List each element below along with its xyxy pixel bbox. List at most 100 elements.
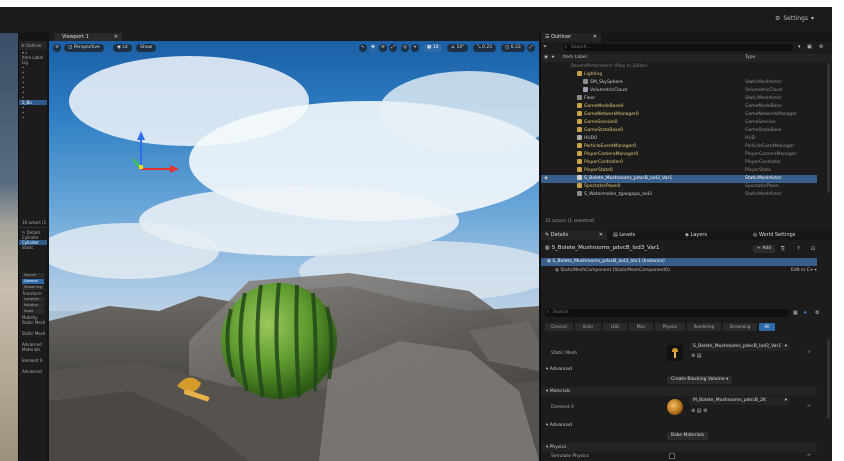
outliner-search[interactable]: ⌕ Search...: [563, 44, 793, 51]
outliner-row[interactable]: GameModeBase0 GameModeBase: [541, 103, 817, 111]
rotate-mode-button[interactable]: ⟳: [379, 44, 387, 52]
static-mesh-thumbnail[interactable]: [667, 345, 683, 361]
show-button[interactable]: Show: [136, 44, 157, 52]
perspective-button[interactable]: ◫ Perspective: [64, 44, 104, 52]
grid-view-icon[interactable]: ▦: [793, 310, 798, 316]
outliner-row[interactable]: GameStateBase0 GameStateBase: [541, 127, 817, 135]
browse-material-icon[interactable]: ⊕ ▤ ⚙: [691, 408, 708, 414]
mini-rotation[interactable]: Rotation: [22, 303, 44, 308]
filter-rendering[interactable]: Rendering: [687, 323, 721, 331]
outliner-row-selected[interactable]: ◉ S_Bolete_Mushrooms_pdvcB_lod3_Var1 Stati…: [541, 175, 817, 183]
scale-mode-button[interactable]: ⤢: [389, 44, 397, 52]
eye-icon[interactable]: ◉: [544, 54, 548, 62]
world-local-button[interactable]: ◎: [401, 44, 409, 52]
mini-location[interactable]: Location: [22, 297, 44, 302]
eye-icon[interactable]: ◉: [544, 175, 548, 183]
outliner-row[interactable]: PlayerState0 PlayerState: [541, 167, 817, 175]
reset-icon[interactable]: ↶: [807, 350, 811, 356]
filter-actor[interactable]: Actor: [575, 323, 601, 331]
camera-speed-button[interactable]: ◫ 0.33: [501, 44, 525, 52]
outliner-row[interactable]: GameSession0 GameSession: [541, 119, 817, 127]
material-thumbnail[interactable]: [667, 399, 683, 415]
component-row[interactable]: ◍ StaticMeshComponent (StaticMeshCompone…: [541, 267, 817, 275]
advanced-section[interactable]: ▾ Advanced: [541, 365, 817, 374]
bake-materials-button[interactable]: Bake Materials: [667, 432, 709, 440]
outliner-tab[interactable]: ☰ Outliner ✕: [541, 33, 601, 42]
close-icon[interactable]: ✕: [593, 33, 597, 42]
outliner-row[interactable]: ParticleEventManager0 ParticleEventManage…: [541, 143, 817, 151]
filter-all[interactable]: All: [759, 323, 775, 331]
maximize-viewport-button[interactable]: ⤢: [527, 44, 535, 52]
add-component-button[interactable]: + Add: [753, 245, 775, 253]
star-icon[interactable]: ★: [803, 310, 807, 316]
simulate-physics-checkbox[interactable]: [669, 453, 675, 459]
outliner-row-world[interactable]: RecentPerformers! (Play In Editor): [541, 63, 817, 71]
layers-tab[interactable]: ◈ Layers: [681, 231, 747, 240]
outliner-row[interactable]: S_Watermelon_tgaogopa_lod3 StaticMeshActo…: [541, 191, 817, 199]
mini-advanced2[interactable]: Advanced: [19, 369, 47, 374]
mini-transform[interactable]: Transform: [19, 291, 47, 296]
browse-asset-icon[interactable]: ⊕ ▤: [691, 353, 702, 359]
static-mesh-label: Static Mesh: [551, 351, 578, 356]
translate-mode-button[interactable]: ✥: [369, 44, 377, 52]
gear-icon[interactable]: ⚙: [819, 44, 823, 50]
outliner-row[interactable]: PlayerController0 PlayerController: [541, 159, 817, 167]
materials-section[interactable]: ▾ Materials: [541, 387, 817, 396]
scale-snap-button[interactable]: ⤡ 0.25: [473, 44, 497, 52]
outliner-row[interactable]: Floor StaticMeshActor: [541, 95, 817, 103]
outliner-scrollbar[interactable]: [827, 63, 830, 193]
mini-scale[interactable]: Scale: [22, 309, 44, 314]
settings-button[interactable]: ⚙ Settings ▾: [775, 15, 814, 22]
outliner-row[interactable]: HUD0 HUD: [541, 135, 817, 143]
details-search[interactable]: ⌕ Search: [545, 309, 789, 317]
filter-general[interactable]: General: [545, 323, 573, 331]
mini-static-mesh-section[interactable]: Static Mesh: [19, 320, 47, 325]
blueprint-icon[interactable]: ⎘: [781, 246, 785, 252]
instance-row[interactable]: ◍ S_Bolete_Mushrooms_pdvcB_lod3_Var1 (In…: [541, 258, 817, 266]
filter-button[interactable]: ⏷: [543, 44, 547, 50]
outliner-row[interactable]: SpectatorPawn0 SpectatorPawn: [541, 183, 817, 191]
lock-icon[interactable]: ⊡: [811, 246, 815, 252]
help-icon[interactable]: ?: [797, 246, 800, 252]
static-mesh-dropdown[interactable]: S_Bolete_Mushrooms_pdvcB_lod3_Var1 ▾: [689, 343, 789, 351]
star-icon[interactable]: ★: [551, 54, 555, 62]
physics-section[interactable]: ▾ Physics: [541, 443, 817, 452]
filter-lod[interactable]: LOD: [603, 323, 627, 331]
viewport-tab[interactable]: Viewport 1 ✕: [54, 33, 122, 41]
reset-icon[interactable]: ↶: [807, 453, 811, 459]
new-folder-icon[interactable]: ▣: [807, 44, 812, 50]
outliner-options-icon[interactable]: ▾: [798, 44, 801, 50]
create-blocking-volume-button[interactable]: Create Blocking Volume ▾: [667, 376, 733, 384]
level-viewport[interactable]: ≡ ◫ Perspective ◉ Lit Show ↖ ✥ ⟳ ⤢ ◎ ⌖ ▦…: [49, 41, 539, 461]
outliner-row[interactable]: VolumetricCloud VolumetricCloud: [541, 87, 817, 95]
outliner-row-lighting[interactable]: Lighting: [541, 71, 817, 79]
rotation-snap-button[interactable]: ∠ 10°: [447, 44, 469, 52]
filter-physics[interactable]: Physics: [655, 323, 685, 331]
details-tab[interactable]: ✎ Details ✕: [541, 231, 607, 240]
mini-filter-streaming[interactable]: Streaming: [22, 285, 44, 290]
materials-advanced-section[interactable]: ▾ Advanced: [541, 421, 817, 430]
filter-streaming[interactable]: Streaming: [723, 323, 757, 331]
close-icon[interactable]: ✕: [114, 33, 118, 41]
world-settings-tab[interactable]: ◎ World Settings: [749, 231, 832, 240]
grid-snap-button[interactable]: ▦ 10: [423, 44, 443, 52]
actor-name: ◍ S_Bolete_Mushrooms_pdvcB_lod3_Var1: [545, 245, 660, 251]
levels-tab[interactable]: ▤ Levels: [609, 231, 679, 240]
reset-icon[interactable]: ↶: [807, 404, 811, 410]
viewport-menu-button[interactable]: ≡: [53, 44, 61, 52]
outliner-row[interactable]: PlayerCameraManager0 PlayerCameraManager: [541, 151, 817, 159]
gear-icon[interactable]: ⚙: [815, 310, 819, 316]
select-mode-button[interactable]: ↖: [359, 44, 367, 52]
edit-cpp-link[interactable]: Edit in C++: [791, 267, 817, 275]
mini-filter-general[interactable]: General: [22, 279, 44, 284]
filter-misc[interactable]: Misc: [629, 323, 653, 331]
outliner-row[interactable]: SM_SkySphere StaticMeshActor: [541, 79, 817, 87]
close-icon[interactable]: ✕: [599, 231, 603, 240]
lit-button[interactable]: ◉ Lit: [113, 44, 132, 52]
mini-outliner-header[interactable]: ☰ Outliner: [19, 41, 47, 50]
surface-snap-button[interactable]: ⌖: [411, 44, 419, 52]
details-scrollbar[interactable]: [827, 339, 830, 419]
outliner-row[interactable]: GameNetworkManager0 GameNetworkManager: [541, 111, 817, 119]
mini-search[interactable]: Search: [22, 273, 44, 278]
material-dropdown[interactable]: M_Bolete_Mushrooms_pdvcB_2K ▾: [689, 397, 789, 405]
